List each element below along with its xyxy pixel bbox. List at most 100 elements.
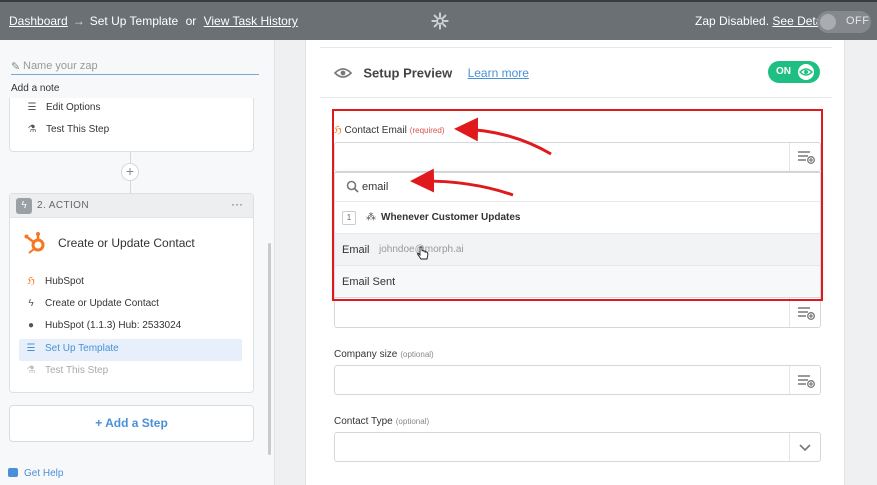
action-card-header: ϟ 2. ACTION ···: [10, 194, 253, 218]
breadcrumb-or: or: [185, 14, 197, 28]
zap-name-placeholder: Name your zap: [23, 60, 98, 72]
required-tag: (required): [409, 126, 445, 135]
hubspot-icon: ℌ: [27, 276, 35, 287]
insert-field-button[interactable]: [789, 298, 820, 327]
divider: [320, 97, 832, 98]
trigger-edit-options[interactable]: ☰ Edit Options: [26, 102, 101, 113]
search-icon: [346, 180, 359, 193]
hubspot-icon: [24, 232, 45, 254]
breadcrumb: Dashboard → Set Up Template or View Task H…: [9, 14, 298, 28]
sidebar-scrollbar[interactable]: [268, 243, 271, 455]
divider: [320, 47, 832, 48]
breadcrumb-current: Set Up Template: [89, 14, 179, 28]
company-size-label: Company size (optional): [334, 349, 434, 360]
more-options-button[interactable]: ···: [231, 197, 243, 211]
setup-preview-header: Setup Preview Learn more: [334, 65, 529, 80]
get-help-label: Get Help: [24, 468, 64, 479]
optional-tag: (optional): [400, 350, 434, 359]
setup-panel: Setup Preview Learn more ON ℌ Contact Ema…: [305, 40, 845, 485]
action-row-app[interactable]: ℌ HubSpot: [25, 276, 84, 287]
action-row-template[interactable]: ☰ Set Up Template: [25, 343, 119, 354]
cursor-icon: [417, 246, 429, 260]
help-icon: [8, 468, 18, 477]
contact-email-label: ℌ Contact Email (required): [334, 125, 444, 136]
optional-tag: (optional): [395, 417, 430, 426]
company-size-input[interactable]: [334, 365, 821, 395]
dropdown-group-header: 1 ⁂ Whenever Customer Updates: [335, 202, 820, 234]
option-key: Email: [342, 244, 370, 256]
company-size-label-text: Company size: [334, 349, 398, 360]
dropdown-search-value: email: [362, 181, 389, 193]
field-dropdown: email 1 ⁂ Whenever Customer Updates Emai…: [334, 172, 821, 298]
action-row-test-label: Test This Step: [45, 365, 109, 376]
action-row-event[interactable]: ϟ Create or Update Contact: [25, 298, 159, 309]
list-plus-icon: [798, 375, 815, 388]
list-plus-icon: [798, 151, 815, 164]
get-help-link[interactable]: Get Help: [8, 468, 63, 479]
contact-email-input[interactable]: [334, 142, 821, 172]
list-icon: ☰: [26, 343, 36, 354]
bolt-icon: ϟ: [16, 198, 32, 214]
trigger-edit-options-label: Edit Options: [46, 102, 101, 113]
breadcrumb-dashboard-link[interactable]: Dashboard: [9, 14, 68, 28]
eye-icon: [334, 68, 352, 78]
dropdown-search[interactable]: email: [335, 173, 820, 202]
hidden-field-input[interactable]: [334, 298, 821, 328]
setup-preview-title: Setup Preview: [363, 65, 453, 81]
action-card-title: Create or Update Contact: [58, 236, 195, 250]
list-icon: ☰: [27, 102, 37, 113]
action-row-test[interactable]: ⚗ Test This Step: [25, 365, 109, 376]
chevron-down-icon: [799, 444, 811, 452]
contact-email-label-text: Contact Email: [344, 125, 407, 136]
dropdown-option-email-sent[interactable]: Email Sent: [335, 266, 820, 297]
trigger-test-step-label: Test This Step: [46, 124, 110, 135]
contact-type-label-text: Contact Type: [334, 416, 393, 427]
zap-toggle[interactable]: OFF: [817, 11, 871, 33]
sidebar: ✎ Name your zap Add a note ☰ Edit Options…: [0, 40, 275, 485]
zap-status: Zap Disabled. See Details: [695, 14, 834, 28]
view-task-history-link[interactable]: View Task History: [204, 14, 298, 28]
add-step-button[interactable]: + Add a Step: [9, 405, 254, 442]
hubspot-icon: ℌ: [334, 125, 342, 136]
trigger-test-step[interactable]: ⚗ Test This Step: [26, 124, 110, 135]
dropdown-option-email[interactable]: Email johndoe@morph.ai: [335, 234, 820, 266]
connector-line: [130, 152, 131, 163]
contact-type-select[interactable]: [334, 432, 821, 462]
bolt-icon: ϟ: [28, 298, 34, 309]
toggle-knob: [798, 64, 814, 80]
zap-status-text: Zap Disabled.: [695, 14, 770, 28]
gear-icon[interactable]: [431, 12, 449, 30]
list-plus-icon: [798, 307, 815, 320]
preview-toggle-label: ON: [776, 66, 791, 77]
learn-more-link[interactable]: Learn more: [468, 66, 529, 80]
action-row-account[interactable]: ● HubSpot (1.1.3) Hub: 2533024: [25, 320, 181, 331]
insert-step-button[interactable]: +: [121, 163, 139, 181]
action-row-event-label: Create or Update Contact: [45, 298, 159, 309]
preview-toggle[interactable]: ON: [768, 61, 820, 83]
action-row-account-label: HubSpot (1.1.3) Hub: 2533024: [45, 320, 182, 331]
toggle-knob: [820, 14, 836, 30]
dropdown-toggle[interactable]: [789, 433, 820, 461]
people-icon: ⁂: [366, 212, 376, 223]
action-row-template-label: Set Up Template: [45, 343, 119, 354]
flask-icon: ⚗: [26, 365, 36, 376]
connector-line: [130, 181, 131, 193]
option-key: Email Sent: [342, 276, 396, 288]
top-bar: Dashboard → Set Up Template or View Task H…: [0, 0, 877, 40]
contact-type-label: Contact Type (optional): [334, 416, 429, 427]
add-note-link[interactable]: Add a note: [11, 83, 59, 94]
flask-icon: ⚗: [27, 124, 37, 135]
action-card: ϟ 2. ACTION ··· Create or Update Contact…: [9, 193, 254, 393]
action-card-step-label: 2. ACTION: [37, 200, 89, 211]
action-row-app-label: HubSpot: [45, 276, 84, 287]
step-number-badge: 1: [342, 211, 356, 225]
insert-field-button[interactable]: [789, 143, 820, 171]
breadcrumb-arrow: →: [72, 14, 85, 28]
user-icon: ●: [27, 320, 35, 331]
trigger-card: ☰ Edit Options ⚗ Test This Step: [9, 98, 254, 152]
insert-field-button[interactable]: [789, 366, 820, 394]
zap-name-field[interactable]: ✎ Name your zap: [11, 59, 259, 75]
dropdown-group-label: Whenever Customer Updates: [381, 212, 521, 223]
zap-toggle-label: OFF: [846, 15, 870, 27]
eye-icon: [798, 68, 814, 76]
